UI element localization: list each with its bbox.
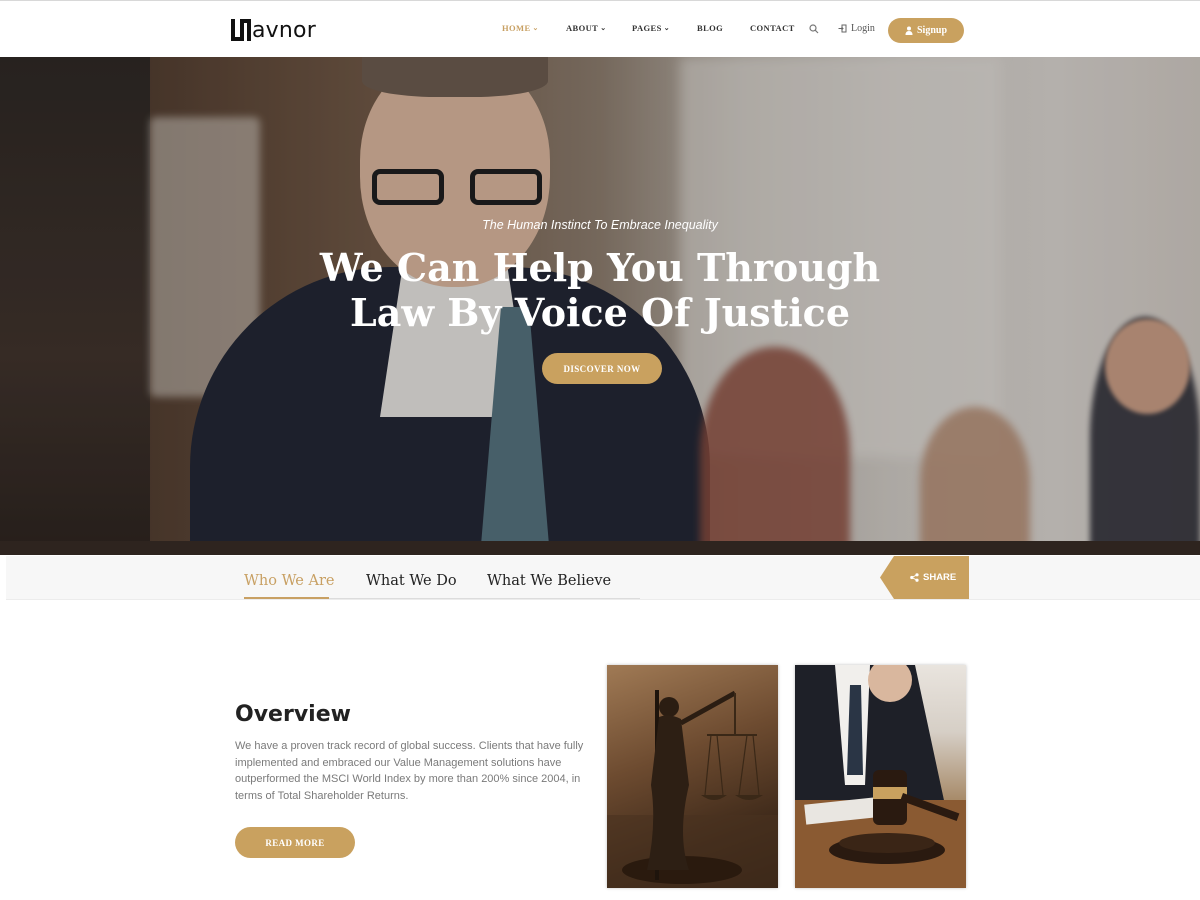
- signup-button[interactable]: Signup: [888, 18, 964, 43]
- chevron-down-icon: ⌄: [600, 24, 607, 32]
- login-label: Login: [851, 23, 875, 34]
- nav-item-about[interactable]: ABOUT ⌄: [566, 23, 607, 33]
- gavel-illustration: [795, 665, 966, 888]
- hero-title: We Can Help You Through Law By Voice Of …: [319, 245, 881, 335]
- nav-item-contact[interactable]: CONTACT: [750, 23, 795, 33]
- overview-title: Overview: [235, 702, 351, 727]
- nav-item-home[interactable]: HOME ⌄: [502, 23, 539, 33]
- active-tab-indicator: [244, 597, 329, 599]
- hero-banner: The Human Instinct To Embrace Inequality…: [0, 57, 1200, 555]
- sign-in-icon: [838, 24, 847, 33]
- search-icon[interactable]: [809, 24, 819, 34]
- nav-item-label: CONTACT: [750, 23, 795, 33]
- signup-label: Signup: [916, 25, 948, 36]
- tab-what-we-believe[interactable]: What We Believe: [487, 573, 611, 589]
- logo-mark-icon: [231, 19, 251, 41]
- login-link[interactable]: Login: [838, 23, 875, 34]
- share-label: SHARE: [923, 572, 957, 583]
- nav-item-blog[interactable]: BLOG: [697, 23, 723, 33]
- hero-tagline: The Human Instinct To Embrace Inequality: [482, 218, 718, 232]
- nav-item-pages[interactable]: PAGES ⌄: [632, 23, 670, 33]
- tab-what-we-do[interactable]: What We Do: [366, 573, 457, 589]
- hero-bottom-strip: [0, 541, 1200, 555]
- gavel-image: [795, 665, 966, 888]
- lady-justice-illustration: [607, 690, 778, 888]
- overview-text: We have a proven track record of global …: [235, 740, 584, 802]
- tab-who-we-are[interactable]: Who We Are: [244, 573, 334, 589]
- discover-now-button[interactable]: DISCOVER NOW: [542, 353, 662, 384]
- lady-justice-image: [607, 665, 778, 888]
- nav-item-label: ABOUT: [566, 23, 599, 33]
- share-label-wrap: SHARE: [910, 572, 956, 583]
- nav-item-label: PAGES: [632, 23, 662, 33]
- logo-text: avnor: [252, 18, 316, 43]
- site-header: avnor HOME ⌄ ABOUT ⌄ PAGES ⌄ BLOG CONTACT L…: [0, 1, 1200, 57]
- chevron-down-icon: ⌄: [663, 24, 670, 32]
- read-more-button[interactable]: READ MORE: [235, 827, 355, 858]
- share-icon: [910, 573, 919, 582]
- user-icon: [905, 26, 913, 35]
- nav-item-label: HOME: [502, 23, 531, 33]
- nav-item-label: BLOG: [697, 23, 724, 33]
- logo[interactable]: avnor: [231, 17, 316, 43]
- chevron-down-icon: ⌄: [532, 24, 539, 32]
